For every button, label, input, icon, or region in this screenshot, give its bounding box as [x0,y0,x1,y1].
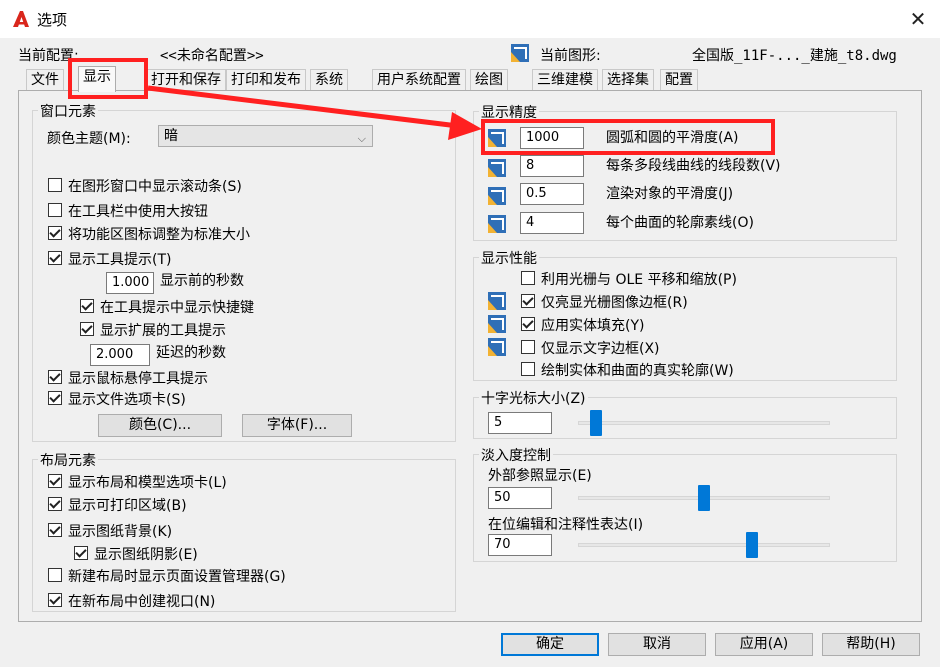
contour-lines-label: 每个曲面的轮廓素线(O) [606,215,754,231]
crosshair-title: 十字光标大小(Z) [479,388,588,408]
inplace-fade-input[interactable]: 70 [488,534,552,556]
show-rollover-tooltips-label: 显示鼠标悬停工具提示 [68,371,208,387]
xref-fade-slider-thumb[interactable] [698,485,710,511]
render-smoothness-label: 渲染对象的平滑度(J) [606,186,734,202]
show-layout-tabs-checkbox[interactable] [48,474,62,488]
color-theme-label: 颜色主题(M): [47,131,131,147]
contour-lines-input[interactable]: 4 [520,212,584,234]
performance-drawing-icon [488,315,506,333]
ok-button[interactable]: 确定 [501,633,599,656]
show-printable-area-checkbox[interactable] [48,497,62,511]
performance-drawing-icon [488,292,506,310]
layout-elements-title: 布局元素 [38,450,98,470]
true-silhouettes-label: 绘制实体和曲面的真实轮廓(W) [541,363,734,379]
help-button[interactable]: 帮助(H) [822,633,920,656]
cancel-button[interactable]: 取消 [608,633,706,656]
tab-profiles[interactable]: 配置 [660,69,698,91]
true-silhouettes-checkbox[interactable] [521,362,535,376]
window-title: 选项 [37,11,68,29]
performance-drawing-icon [488,338,506,356]
extended-delay-label: 延迟的秒数 [156,345,226,361]
show-extended-tooltips-label: 显示扩展的工具提示 [100,323,226,339]
text-frame-checkbox[interactable] [521,340,535,354]
tab-files[interactable]: 文件 [26,69,64,91]
inplace-fade-label: 在位编辑和注释性表达(I) [488,517,644,533]
display-performance-title: 显示性能 [479,248,539,268]
show-page-setup-manager-checkbox[interactable] [48,568,62,582]
show-extended-tooltips-checkbox[interactable] [80,322,94,336]
show-file-tabs-label: 显示文件选项卡(S) [68,392,186,408]
crosshair-slider-thumb[interactable] [590,410,602,436]
drawing-icon [511,44,529,62]
highlight-raster-label: 仅亮显光栅图像边框(R) [541,295,688,311]
current-drawing-label: 当前图形: [540,48,601,64]
large-buttons-label: 在工具栏中使用大按钮 [68,204,208,220]
current-drawing-value: 全国版_11F-..._建施_t8.dwg [692,48,897,64]
show-rollover-tooltips-checkbox[interactable] [48,370,62,384]
tooltip-delay-input[interactable]: 1.000 [106,272,154,294]
apply-button[interactable]: 应用(A) [715,633,813,656]
raster-ole-checkbox[interactable] [521,271,535,285]
resolution-drawing-icon [488,215,506,233]
show-layout-tabs-label: 显示布局和模型选项卡(L) [68,475,227,491]
show-shortcut-keys-checkbox[interactable] [80,299,94,313]
autocad-logo-icon [13,11,29,27]
show-printable-area-label: 显示可打印区域(B) [68,498,187,514]
tab-selection[interactable]: 选择集 [602,69,654,91]
tab-display[interactable]: 显示 [78,66,116,92]
resolution-drawing-icon [488,159,506,177]
inplace-fade-slider-track[interactable] [578,543,830,547]
true-color-fill-label: 应用实体填充(Y) [541,318,645,334]
tooltip-delay-label: 显示前的秒数 [160,273,244,289]
polyline-segments-input[interactable]: 8 [520,155,584,177]
current-profile-value: <<未命名配置>> [160,48,264,64]
resolution-drawing-icon [488,187,506,205]
resize-ribbon-icons-label: 将功能区图标调整为标准大小 [68,227,250,243]
highlight-raster-checkbox[interactable] [521,294,535,308]
large-buttons-checkbox[interactable] [48,203,62,217]
fade-control-title: 淡入度控制 [479,445,553,465]
tab-3d-modeling[interactable]: 三维建模 [532,69,598,91]
resize-ribbon-icons-checkbox[interactable] [48,226,62,240]
close-icon[interactable]: ✕ [905,6,931,32]
raster-ole-label: 利用光栅与 OLE 平移和缩放(P) [541,272,737,288]
crosshair-size-input[interactable]: 5 [488,412,552,434]
window-elements-title: 窗口元素 [38,101,98,121]
show-tooltips-label: 显示工具提示(T) [68,252,172,268]
setting-highlight-box [481,119,775,155]
show-tooltips-checkbox[interactable] [48,251,62,265]
show-paper-shadow-label: 显示图纸阴影(E) [94,547,198,563]
create-viewport-checkbox[interactable] [48,593,62,607]
xref-fade-label: 外部参照显示(E) [488,468,592,484]
create-viewport-label: 在新布局中创建视口(N) [68,594,216,610]
true-color-fill-checkbox[interactable] [521,317,535,331]
extended-delay-input[interactable]: 2.000 [90,344,150,366]
show-paper-shadow-checkbox[interactable] [74,546,88,560]
colors-button[interactable]: 颜色(C)... [98,414,222,437]
render-smoothness-input[interactable]: 0.5 [520,183,584,205]
crosshair-slider-track[interactable] [578,421,830,425]
polyline-segments-label: 每条多段线曲线的线段数(V) [606,158,781,174]
xref-fade-input[interactable]: 50 [488,487,552,509]
show-scrollbars-checkbox[interactable] [48,178,62,192]
inplace-fade-slider-thumb[interactable] [746,532,758,558]
show-file-tabs-checkbox[interactable] [48,391,62,405]
show-page-setup-manager-label: 新建布局时显示页面设置管理器(G) [68,569,286,585]
text-frame-label: 仅显示文字边框(X) [541,341,660,357]
show-paper-background-checkbox[interactable] [48,523,62,537]
show-shortcut-keys-label: 在工具提示中显示快捷键 [100,300,254,316]
fonts-button[interactable]: 字体(F)... [242,414,352,437]
show-scrollbars-label: 在图形窗口中显示滚动条(S) [68,179,242,195]
show-paper-background-label: 显示图纸背景(K) [68,524,173,540]
title-bar [0,0,940,38]
annotation-arrow-icon [147,85,482,140]
